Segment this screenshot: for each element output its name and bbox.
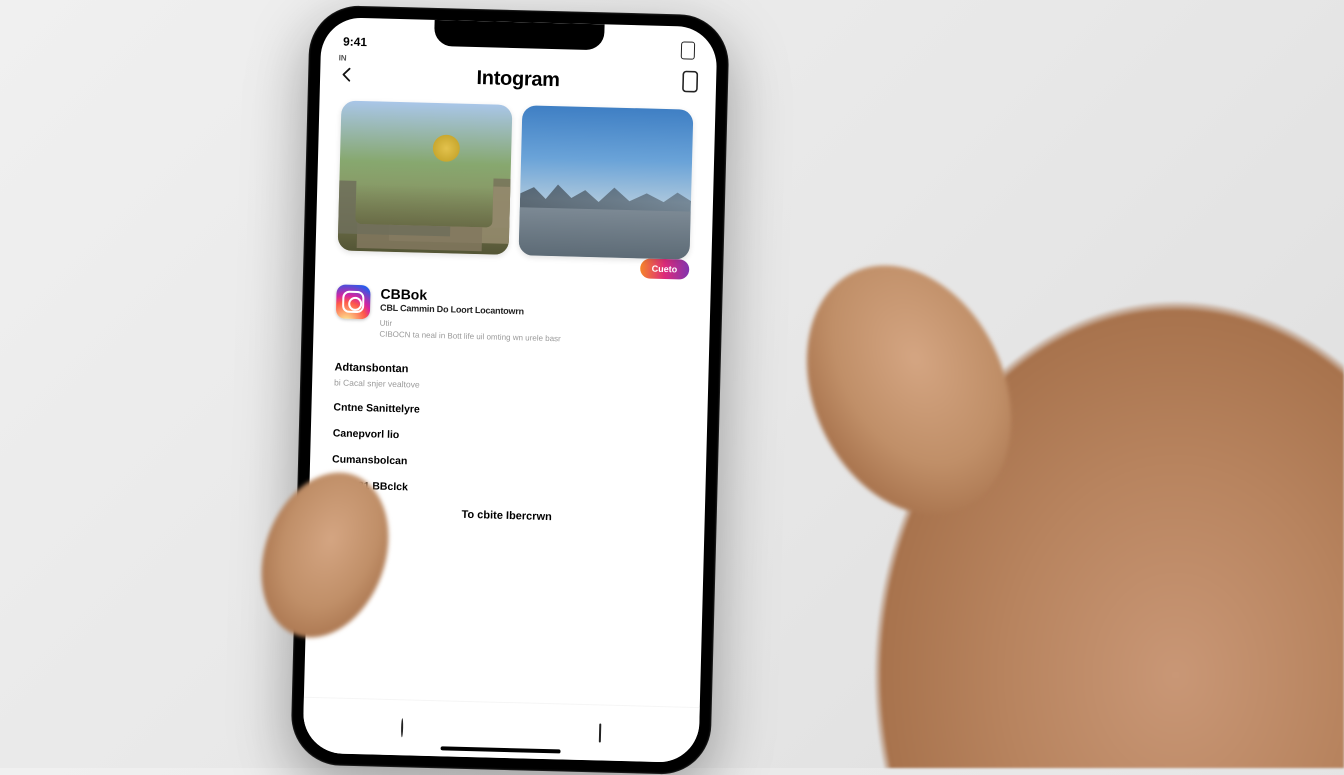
phone-screen: 9:41 IN Intogram Cueto CBBok xyxy=(302,17,717,763)
phone-frame: 9:41 IN Intogram Cueto CBBok xyxy=(290,5,730,775)
image-gallery xyxy=(315,96,715,266)
list-item[interactable]: Cdta 81 BBclck xyxy=(331,479,683,500)
gallery-image-1[interactable] xyxy=(338,100,513,254)
status-time: 9:41 xyxy=(343,35,367,50)
nav-profile-button[interactable] xyxy=(599,724,601,742)
square-icon xyxy=(599,723,601,742)
bottom-nav xyxy=(302,697,699,763)
circle-icon xyxy=(401,718,403,737)
back-button[interactable] xyxy=(338,65,356,83)
header-action-button[interactable] xyxy=(682,70,699,92)
nav-home-button[interactable] xyxy=(401,719,403,737)
home-indicator[interactable] xyxy=(441,746,561,753)
app-title: Intogram xyxy=(476,67,560,92)
list-item[interactable]: Cumansbolcan xyxy=(332,453,684,474)
list-item[interactable]: Canepvorl lio xyxy=(333,427,685,448)
instagram-icon[interactable] xyxy=(336,284,371,319)
header-small-label: IN xyxy=(339,53,347,62)
bookmark-icon xyxy=(682,70,699,92)
list-item[interactable]: Cntne Sanittelyre xyxy=(333,401,685,422)
profile-block: CBBok CBL Cammin Do Loort Locantowrn Uti… xyxy=(313,274,711,349)
gallery-image-2[interactable] xyxy=(519,105,694,259)
battery-icon xyxy=(681,41,695,59)
action-pill-button[interactable]: Cueto xyxy=(639,258,689,279)
phone-notch xyxy=(434,20,605,50)
chevron-left-icon xyxy=(338,65,356,83)
